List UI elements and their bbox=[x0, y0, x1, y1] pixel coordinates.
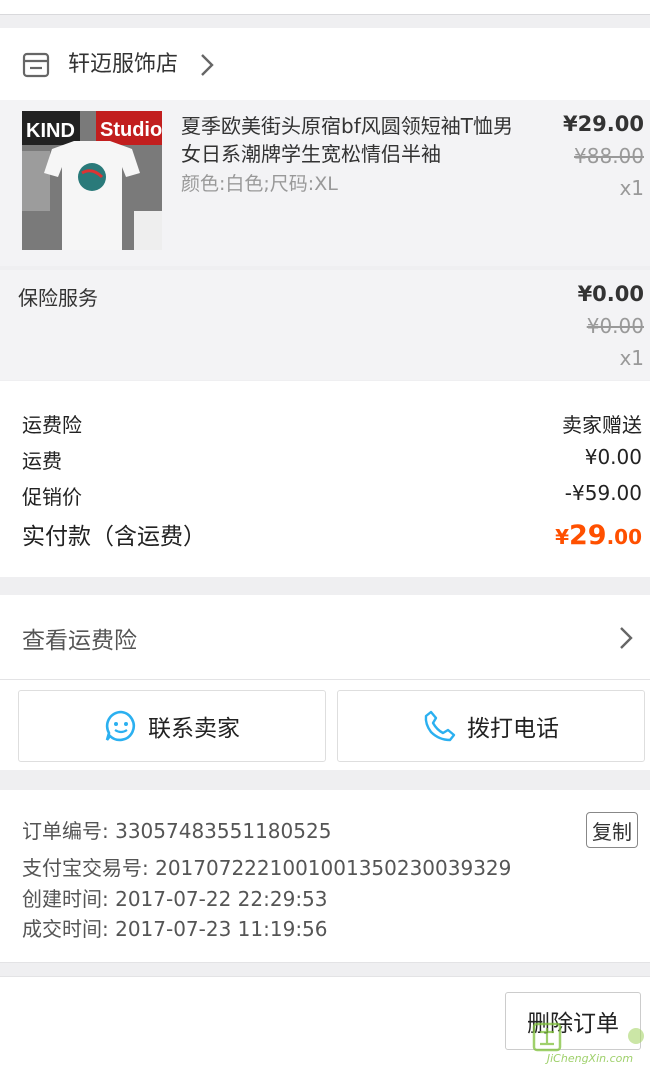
contact-seller-label: 联系卖家 bbox=[148, 716, 240, 742]
freight-insurance-line: 运费险 卖家赠送 bbox=[22, 409, 642, 438]
view-freight-insurance[interactable]: 查看运费险 bbox=[0, 595, 650, 680]
insurance-service: 保险服务 ¥0.00 ¥0.00 x1 bbox=[0, 270, 650, 380]
alipay-trade-number: 支付宝交易号: 2017072221001001350230039329 bbox=[22, 856, 512, 880]
phone-icon bbox=[424, 710, 456, 742]
shipping-label: 运费 bbox=[22, 449, 62, 473]
shop-header[interactable]: 轩迈服饰店 bbox=[0, 28, 650, 100]
copy-button[interactable]: 复制 bbox=[586, 812, 638, 848]
paid-amount: ¥29.00 bbox=[555, 520, 642, 551]
contact-seller-button[interactable]: 联系卖家 bbox=[18, 690, 326, 762]
shop-name: 轩迈服饰店 bbox=[68, 52, 179, 77]
paid-label: 实付款（含运费） bbox=[22, 524, 206, 550]
shipping-line: 运费 ¥0.00 bbox=[22, 445, 642, 474]
order-info: 订单编号: 33057483551180525 复制 支付宝交易号: 20170… bbox=[0, 790, 650, 963]
created-time: 创建时间: 2017-07-22 22:29:53 bbox=[22, 887, 328, 911]
product-original-price: ¥88.00 bbox=[574, 144, 644, 168]
chat-bubble-icon bbox=[105, 710, 136, 742]
top-edge bbox=[0, 0, 650, 15]
order-number: 订单编号: 33057483551180525 bbox=[22, 819, 332, 843]
insurance-original-price: ¥0.00 bbox=[586, 314, 644, 338]
chevron-right-icon bbox=[620, 627, 633, 649]
paid-decimal: .00 bbox=[606, 525, 642, 549]
call-phone-button[interactable]: 拨打电话 bbox=[337, 690, 645, 762]
product-spec: 颜色:白色;尺码:XL bbox=[181, 173, 338, 195]
chevron-right-icon bbox=[201, 54, 214, 76]
paid-integer: 29 bbox=[568, 520, 607, 551]
action-buttons: 联系卖家 拨打电话 bbox=[0, 680, 650, 770]
insurance-price: ¥0.00 bbox=[577, 282, 644, 306]
closed-time: 成交时间: 2017-07-23 11:19:56 bbox=[22, 917, 328, 941]
thumb-print-1: KIND bbox=[26, 120, 75, 142]
paid-currency: ¥ bbox=[555, 525, 569, 549]
view-freight-insurance-label: 查看运费险 bbox=[22, 628, 137, 654]
insurance-quantity: x1 bbox=[619, 346, 644, 370]
paid-line: 实付款（含运费） ¥29.00 bbox=[22, 517, 642, 551]
promo-value: -¥59.00 bbox=[564, 481, 642, 505]
shipping-value: ¥0.00 bbox=[584, 445, 642, 469]
order-item[interactable]: KIND Studio 夏季欧美街头原宿bf风圆领短袖T恤男女日系潮牌学生宽松情… bbox=[0, 100, 650, 266]
watermark-text: JiChengXin.com bbox=[545, 1052, 633, 1065]
promo-label: 促销价 bbox=[22, 485, 82, 509]
freight-insurance-value: 卖家赠送 bbox=[562, 413, 642, 437]
product-thumbnail[interactable]: KIND Studio bbox=[22, 111, 162, 250]
shop-icon bbox=[22, 52, 50, 78]
price-summary: 运费险 卖家赠送 运费 ¥0.00 促销价 -¥59.00 实付款（含运费） ¥… bbox=[0, 381, 650, 577]
thumb-print-2: Studio bbox=[100, 119, 162, 141]
product-quantity: x1 bbox=[619, 176, 644, 200]
insurance-label: 保险服务 bbox=[18, 286, 98, 310]
freight-insurance-label: 运费险 bbox=[22, 413, 82, 437]
site-watermark-logo: JiChengXin.com bbox=[532, 1022, 644, 1065]
call-phone-label: 拨打电话 bbox=[467, 716, 559, 742]
promo-line: 促销价 -¥59.00 bbox=[22, 481, 642, 510]
product-title: 夏季欧美街头原宿bf风圆领短袖T恤男女日系潮牌学生宽松情侣半袖 bbox=[181, 114, 513, 166]
product-price: ¥29.00 bbox=[562, 112, 644, 136]
